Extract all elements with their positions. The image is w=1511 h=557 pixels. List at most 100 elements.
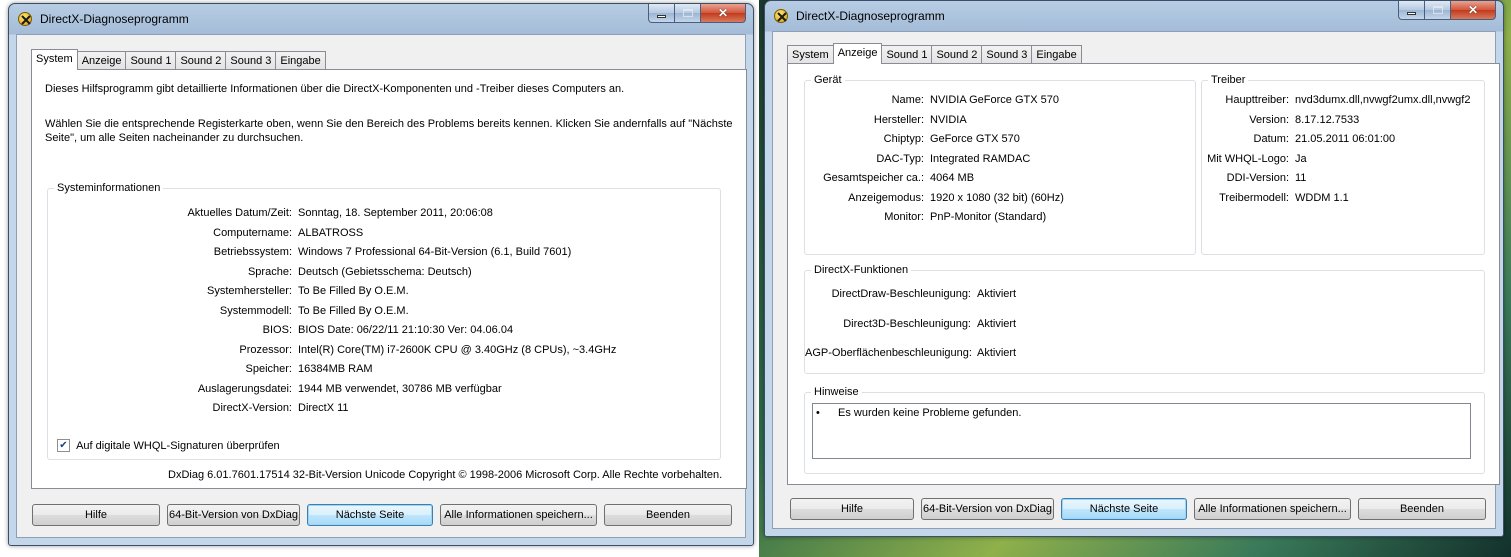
title-bar[interactable]: DirectX-Diagnoseprogramm ✕ bbox=[772, 1, 1496, 31]
tab-sound-2[interactable]: Sound 2 bbox=[175, 51, 227, 69]
button-row: Hilfe 64-Bit-Version von DxDiag Nächste … bbox=[32, 504, 739, 526]
tab-sound-1[interactable]: Sound 1 bbox=[881, 45, 933, 63]
device-row-label: Monitor: bbox=[884, 211, 924, 223]
next-page-button[interactable]: Nächste Seite bbox=[1061, 498, 1187, 520]
feature-row-value: Aktiviert bbox=[977, 317, 1017, 330]
dxdiag-64bit-button[interactable]: 64-Bit-Version von DxDiag bbox=[167, 504, 300, 526]
feature-row-label: AGP-Oberflächenbeschleunigung: bbox=[805, 347, 972, 359]
window-title: DirectX-Diagnoseprogramm bbox=[796, 9, 945, 23]
driver-row-label: DDI-Version: bbox=[1226, 172, 1289, 184]
tab-strip: System Anzeige Sound 1 Sound 2 Sound 3 E… bbox=[787, 43, 1082, 64]
close-button[interactable]: ✕ bbox=[701, 4, 746, 23]
window-title: DirectX-Diagnoseprogramm bbox=[40, 12, 189, 26]
minimize-icon bbox=[1407, 11, 1416, 15]
maximize-button[interactable] bbox=[1425, 1, 1451, 20]
tab-anzeige[interactable]: Anzeige bbox=[832, 43, 883, 64]
exit-button[interactable]: Beenden bbox=[604, 504, 732, 526]
feature-row-label: Direct3D-Beschleunigung: bbox=[843, 317, 971, 330]
device-row-value: Integrated RAMDAC bbox=[930, 152, 1031, 165]
maximize-icon bbox=[1432, 6, 1443, 14]
driver-row-value: 11 bbox=[1295, 172, 1307, 184]
dxdiag-window-system: DirectX-Diagnoseprogramm ✕ System Anzeig… bbox=[8, 3, 754, 546]
device-row-label: Hersteller: bbox=[873, 113, 924, 126]
copyright-text: DxDiag 6.01.7601.17514 32-Bit-Version Un… bbox=[168, 469, 723, 481]
device-row-value: 1920 x 1080 (32 bit) (60Hz) bbox=[930, 191, 1064, 204]
next-page-button[interactable]: Nächste Seite bbox=[307, 504, 433, 526]
notes-group: Hinweise • Es wurden keine Probleme gefu… bbox=[804, 386, 1485, 474]
sysinfo-row-label: Betriebssystem: bbox=[213, 246, 292, 258]
sysinfo-row-value: Intel(R) Core(TM) i7-2600K CPU @ 3.40GHz… bbox=[298, 343, 617, 356]
whql-checkbox[interactable]: ✔ bbox=[57, 439, 70, 452]
tab-panel-display: Gerät Name: NVIDIA GeForce GTX 570 Herstel… bbox=[787, 63, 1500, 485]
tab-sound-1[interactable]: Sound 1 bbox=[125, 51, 177, 69]
sysinfo-row-label: Speicher: bbox=[245, 363, 292, 375]
notes-legend: Hinweise bbox=[811, 386, 862, 398]
driver-row-label: Version: bbox=[1249, 113, 1289, 126]
tab-anzeige[interactable]: Anzeige bbox=[76, 51, 127, 69]
minimize-button[interactable] bbox=[648, 4, 675, 23]
notes-box[interactable]: • Es wurden keine Probleme gefunden. bbox=[812, 403, 1471, 459]
sysinfo-row-value: Sonntag, 18. September 2011, 20:06:08 bbox=[298, 207, 493, 219]
dxdiag-64bit-button[interactable]: 64-Bit-Version von DxDiag bbox=[921, 498, 1054, 520]
sysinfo-group: Systeminformationen Aktuelles Datum/Zeit… bbox=[47, 182, 721, 460]
sysinfo-row-label: DirectX-Version: bbox=[212, 402, 292, 414]
minimize-icon bbox=[657, 14, 666, 18]
button-row: Hilfe 64-Bit-Version von DxDiag Nächste … bbox=[790, 498, 1493, 520]
feature-row-value: Aktiviert bbox=[977, 347, 1017, 359]
sysinfo-row-label: Aktuelles Datum/Zeit: bbox=[187, 207, 292, 219]
driver-row-value: 8.17.12.7533 bbox=[1295, 113, 1360, 126]
driver-row-label: Datum: bbox=[1253, 133, 1289, 145]
sysinfo-row-value: 1944 MB verwendet, 30786 MB verfügbar bbox=[298, 382, 502, 395]
intro-text-2a: Wählen Sie die entsprechende Registerkar… bbox=[45, 118, 733, 130]
tab-eingabe[interactable]: Eingabe bbox=[1031, 45, 1082, 63]
feature-row-value: Aktiviert bbox=[977, 288, 1017, 300]
driver-row-label: Haupttreiber: bbox=[1225, 94, 1289, 106]
tab-sound-2[interactable]: Sound 2 bbox=[931, 45, 983, 63]
sysinfo-row-value: To Be Filled By O.E.M. bbox=[298, 285, 409, 297]
notes-bullet: • bbox=[816, 407, 820, 419]
notes-text: Es wurden keine Probleme gefunden. bbox=[838, 407, 1022, 419]
help-button[interactable]: Hilfe bbox=[32, 504, 160, 526]
close-button[interactable]: ✕ bbox=[1451, 1, 1496, 20]
minimize-button[interactable] bbox=[1398, 1, 1425, 20]
tab-system[interactable]: System bbox=[31, 49, 78, 70]
feature-row-label: DirectDraw-Beschleunigung: bbox=[831, 288, 971, 300]
exit-button[interactable]: Beenden bbox=[1358, 498, 1486, 520]
sysinfo-row-label: Computername: bbox=[213, 226, 292, 239]
device-group: Gerät Name: NVIDIA GeForce GTX 570 Herstel… bbox=[804, 74, 1196, 255]
intro-text-1: Dieses Hilfsprogramm gibt detaillierte I… bbox=[45, 83, 625, 95]
directx-icon bbox=[774, 9, 788, 23]
maximize-button[interactable] bbox=[675, 4, 701, 23]
features-legend: DirectX-Funktionen bbox=[811, 264, 912, 276]
sysinfo-row-value: BIOS Date: 06/22/11 21:10:30 Ver: 04.06.… bbox=[298, 324, 514, 336]
driver-row-label: Treibermodell: bbox=[1219, 191, 1289, 204]
device-row-value: NVIDIA bbox=[930, 113, 967, 126]
sysinfo-row-label: Systemmodell: bbox=[219, 304, 292, 317]
driver-row-value: nvd3dumx.dll,nvwgf2umx.dll,nvwgf2 bbox=[1295, 94, 1471, 106]
tab-eingabe[interactable]: Eingabe bbox=[275, 51, 326, 69]
driver-row-value: 21.05.2011 06:01:00 bbox=[1295, 133, 1396, 145]
save-all-info-button[interactable]: Alle Informationen speichern... bbox=[440, 504, 597, 526]
sysinfo-row-value: Deutsch (Gebietsschema: Deutsch) bbox=[298, 265, 472, 278]
driver-legend: Treiber bbox=[1208, 74, 1249, 86]
title-bar[interactable]: DirectX-Diagnoseprogramm ✕ bbox=[16, 4, 746, 34]
device-legend: Gerät bbox=[811, 74, 845, 86]
whql-check-label: Auf digitale WHQL-Signaturen überprüfen bbox=[76, 439, 280, 452]
driver-row-value: Ja bbox=[1295, 152, 1307, 165]
tab-sound-3[interactable]: Sound 3 bbox=[225, 51, 277, 69]
checkmark-icon: ✔ bbox=[59, 440, 68, 451]
whql-check-row[interactable]: ✔ Auf digitale WHQL-Signaturen überprüfe… bbox=[57, 439, 280, 452]
sysinfo-row-label: Sprache: bbox=[247, 265, 292, 278]
driver-group: Treiber Haupttreiber: nvd3dumx.dll,nvwgf2… bbox=[1201, 74, 1485, 255]
tab-system[interactable]: System bbox=[787, 45, 834, 63]
sysinfo-legend: Systeminformationen bbox=[54, 182, 164, 194]
help-button[interactable]: Hilfe bbox=[790, 498, 914, 520]
device-row-label: Gesamtspeicher ca.: bbox=[823, 172, 924, 184]
client-area: System Anzeige Sound 1 Sound 2 Sound 3 E… bbox=[772, 31, 1500, 529]
device-row-value: PnP-Monitor (Standard) bbox=[930, 211, 1047, 223]
tab-sound-3[interactable]: Sound 3 bbox=[981, 45, 1033, 63]
save-all-info-button[interactable]: Alle Informationen speichern... bbox=[1194, 498, 1351, 520]
sysinfo-row-label: Systemhersteller: bbox=[207, 285, 292, 297]
sysinfo-row-value: DirectX 11 bbox=[298, 402, 349, 414]
directx-features-group: DirectX-Funktionen DirectDraw-Beschleuni… bbox=[804, 264, 1485, 374]
